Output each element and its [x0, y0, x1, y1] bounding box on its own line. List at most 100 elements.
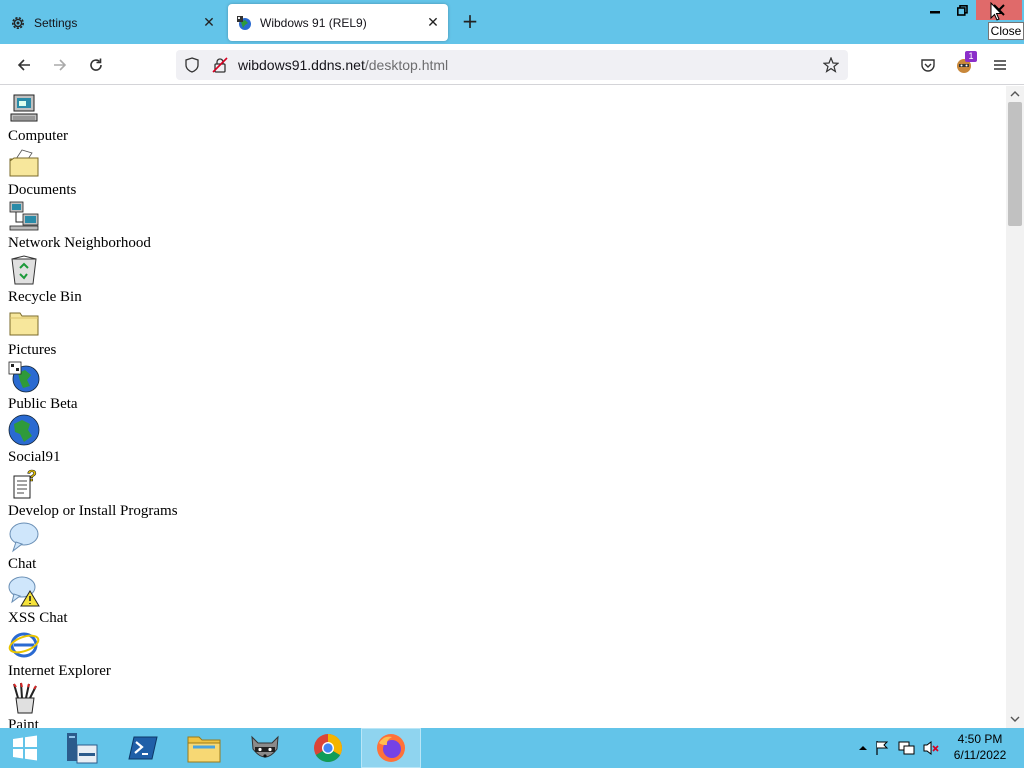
network-status-icon[interactable] — [898, 740, 916, 756]
internet-explorer-icon — [8, 632, 40, 658]
back-button[interactable] — [11, 52, 37, 78]
desktop-item-label: Social91 — [8, 449, 61, 465]
close-tooltip: Close — [988, 22, 1024, 40]
pocket-button[interactable] — [915, 52, 941, 78]
show-hidden-icons-icon[interactable] — [858, 743, 868, 753]
pocket-icon — [921, 59, 935, 72]
extension-button[interactable]: 1 — [951, 51, 977, 78]
minimize-icon — [930, 11, 940, 14]
tab-settings-close-icon[interactable]: ✕ — [202, 15, 216, 29]
chat-bubble-icon — [9, 522, 39, 553]
tab-wibdows91-label: Wibdows 91 (REL9) — [260, 15, 367, 30]
computer-icon — [10, 94, 38, 122]
desktop-item-pictures[interactable]: Pictures — [8, 307, 56, 359]
reload-icon — [90, 58, 102, 71]
paint-icon — [13, 682, 37, 714]
tracking-protection-shield-icon[interactable] — [184, 57, 200, 73]
browser-tab-strip: Settings ✕ Wibdows 91 (REL9) ✕ + Close — [0, 0, 1024, 44]
forward-button[interactable] — [47, 52, 73, 78]
file-explorer-icon — [67, 733, 98, 764]
taskbar-file-explorer[interactable] — [174, 728, 234, 768]
app-menu-button[interactable] — [987, 52, 1013, 78]
desktop-item-label: Computer — [8, 128, 68, 144]
desktop-item-paint[interactable]: Paint — [8, 682, 40, 728]
network-icon — [9, 201, 39, 231]
url-path: /desktop.html — [364, 57, 449, 73]
clock-date: 6/11/2022 — [953, 748, 1007, 762]
scrollbar-thumb[interactable] — [1008, 102, 1022, 226]
raccoon-icon — [251, 735, 279, 758]
recycle-bin-icon — [11, 255, 37, 285]
system-tray — [858, 738, 940, 758]
page-scrollbar[interactable] — [1006, 86, 1024, 728]
desktop-item-chat[interactable]: Chat — [8, 521, 40, 573]
insecure-lock-icon[interactable] — [212, 57, 228, 73]
start-button[interactable] — [0, 728, 50, 768]
firefox-icon — [377, 734, 405, 762]
chrome-icon — [314, 734, 342, 762]
public-beta-icon — [8, 361, 40, 393]
plus-icon: + — [461, 9, 479, 33]
web-page-content: Computer Documents Network Neighborhood … — [0, 86, 1006, 728]
restore-icon — [956, 4, 968, 16]
desktop-item-recycle-bin[interactable]: Recycle Bin — [8, 254, 82, 306]
desktop-item-label: Recycle Bin — [8, 289, 82, 305]
desktop-item-label: Public Beta — [8, 396, 78, 412]
folder-icon — [187, 736, 221, 763]
mouse-cursor-icon — [990, 2, 1002, 21]
taskbar: 4:50 PM 6/11/2022 — [0, 728, 1024, 768]
action-center-flag-icon[interactable] — [874, 740, 892, 756]
back-arrow-icon — [17, 59, 30, 71]
powershell-icon — [128, 736, 158, 760]
develop-programs-icon: ? — [13, 468, 37, 499]
globe-icon — [8, 414, 40, 446]
restore-button[interactable] — [949, 0, 975, 20]
address-bar[interactable]: wibdows91.ddns.net/desktop.html — [176, 50, 848, 80]
desktop-item-social91[interactable]: Social91 — [8, 414, 61, 466]
forward-arrow-icon — [54, 59, 67, 71]
navigation-toolbar: wibdows91.ddns.net/desktop.html 1 — [0, 44, 1024, 85]
bookmark-star-icon[interactable] — [823, 57, 839, 73]
desktop-item-xss-chat[interactable]: XSS Chat — [8, 575, 68, 627]
clock-time: 4:50 PM — [957, 732, 1003, 746]
volume-muted-icon[interactable] — [922, 740, 940, 756]
scroll-up-arrow-icon[interactable] — [1009, 88, 1021, 100]
start-icon — [13, 735, 37, 761]
desktop-item-internet-explorer[interactable]: Internet Explorer — [8, 628, 111, 680]
url-host: wibdows91.ddns.net — [238, 57, 365, 73]
desktop-item-computer[interactable]: Computer — [8, 93, 68, 145]
tab-settings[interactable]: Settings ✕ — [0, 4, 224, 41]
tab-wibdows91-close-icon[interactable]: ✕ — [426, 15, 440, 29]
taskbar-powershell[interactable] — [113, 728, 173, 768]
taskbar-server-manager[interactable] — [52, 728, 112, 768]
desktop-item-develop-install-programs[interactable]: ? Develop or Install Programs — [8, 468, 178, 520]
taskbar-chrome[interactable] — [298, 728, 358, 768]
taskbar-firefox[interactable] — [361, 728, 421, 768]
pictures-folder-icon — [9, 312, 39, 336]
url-text[interactable]: wibdows91.ddns.net/desktop.html — [238, 57, 448, 73]
hamburger-menu-icon — [994, 60, 1006, 70]
xss-chat-icon — [8, 576, 40, 607]
desktop-item-label: Paint — [8, 717, 39, 728]
svg-text:?: ? — [27, 468, 37, 485]
taskbar-clock[interactable]: 4:50 PM 6/11/2022 — [940, 731, 1020, 763]
site-favicon — [237, 15, 251, 30]
desktop-item-label: Documents — [8, 182, 77, 198]
documents-folder-icon — [9, 149, 39, 177]
desktop-item-label: Develop or Install Programs — [8, 503, 178, 519]
desktop-item-label: Internet Explorer — [8, 663, 111, 679]
minimize-button[interactable] — [922, 0, 948, 20]
desktop-item-label: Pictures — [8, 342, 57, 358]
tab-settings-label: Settings — [34, 15, 78, 30]
extension-badge: 1 — [965, 51, 977, 62]
scroll-down-arrow-icon[interactable] — [1009, 713, 1021, 725]
desktop-item-documents[interactable]: Documents — [8, 147, 76, 199]
desktop-item-public-beta[interactable]: Public Beta — [8, 361, 78, 413]
gear-icon — [12, 16, 24, 29]
desktop-item-network-neighborhood[interactable]: Network Neighborhood — [8, 200, 151, 252]
taskbar-raccoon-app[interactable] — [235, 728, 295, 768]
new-tab-button[interactable]: + — [459, 11, 481, 33]
reload-button[interactable] — [83, 52, 109, 78]
tab-wibdows91[interactable]: Wibdows 91 (REL9) ✕ — [228, 4, 448, 41]
desktop-item-label: XSS Chat — [8, 610, 68, 626]
